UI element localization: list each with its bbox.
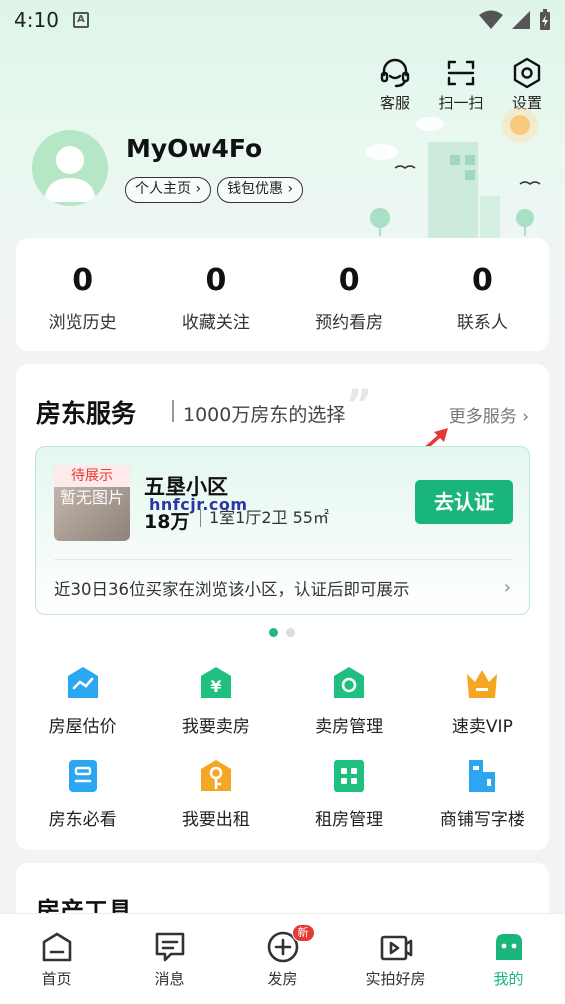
battery-icon <box>540 9 550 30</box>
stat-label: 联系人 <box>456 313 508 333</box>
service-landlord-guide[interactable]: 房东必看 <box>16 757 149 830</box>
crown-icon <box>467 670 498 698</box>
key-icon <box>200 760 231 791</box>
new-badge: 新 <box>291 924 315 942</box>
title-divider <box>172 400 174 422</box>
service-sale-management[interactable]: 卖房管理 <box>283 664 416 737</box>
rent-manage-icon <box>334 760 365 792</box>
pending-badge: 待展示 <box>54 465 130 487</box>
nav-post-house[interactable]: 发房 新 <box>226 914 339 1004</box>
service-label: 我要出租 <box>181 810 250 830</box>
svg-text:¥: ¥ <box>210 677 221 696</box>
status-icons <box>479 9 551 31</box>
listing-price: 18万 <box>144 511 190 533</box>
nav-label: 实拍好房 <box>365 970 426 988</box>
services-title: 房东服务 <box>36 399 137 428</box>
service-label: 租房管理 <box>315 810 384 830</box>
stat-browse-history[interactable]: 0 浏览历史 <box>16 238 149 351</box>
service-label: 商铺写字楼 <box>439 810 525 830</box>
nav-profile[interactable]: 我的 <box>452 914 565 1004</box>
sell-house-icon: ¥ <box>200 667 231 698</box>
nav-label: 消息 <box>154 970 185 988</box>
stat-value: 0 <box>205 263 227 298</box>
stat-label: 预约看房 <box>315 313 384 333</box>
headset-icon <box>380 58 410 88</box>
status-bar: 4:10 A <box>0 0 565 40</box>
status-time: 4:10 <box>14 8 59 32</box>
pending-listing-card[interactable]: 待展示 暂无图片 五垦小区 hnfcjr.com 18万 1室1厅2卫 55㎡ … <box>35 446 530 615</box>
chevron-right-icon[interactable]: › <box>504 577 511 598</box>
certify-button[interactable]: 去认证 <box>415 480 513 524</box>
nav-home[interactable]: 首页 <box>0 914 113 1004</box>
personal-homepage-link[interactable]: 个人主页 › <box>125 177 212 203</box>
service-quick-sale-vip[interactable]: 速卖VIP <box>416 664 549 737</box>
landlord-services-card: 房东服务 1000万房东的选择 ” 更多服务 › 待展示 暂无图片 五垦小区 h… <box>16 364 549 850</box>
carousel-dot-active[interactable] <box>269 628 278 637</box>
nav-label: 首页 <box>41 970 72 988</box>
stat-favorites[interactable]: 0 收藏关注 <box>149 238 282 351</box>
listing-spec: 1室1厅2卫 55㎡ <box>200 509 329 527</box>
video-icon <box>380 935 412 961</box>
wallet-offers-link[interactable]: 钱包优惠 › <box>217 177 304 203</box>
listing-divider <box>54 559 513 560</box>
office-building-icon <box>469 760 496 792</box>
service-sell-house[interactable]: ¥ 我要卖房 <box>149 664 282 737</box>
stat-contacts[interactable]: 0 联系人 <box>416 238 549 351</box>
home-icon <box>42 932 71 962</box>
bottom-nav: 首页 消息 发房 新 实拍好房 我的 <box>0 913 565 1004</box>
settings-icon <box>513 57 541 89</box>
avatar[interactable] <box>32 130 108 206</box>
nav-real-shot-houses[interactable]: 实拍好房 <box>339 914 452 1004</box>
sale-manage-icon <box>334 667 365 698</box>
stats-card: 0 浏览历史 0 收藏关注 0 预约看房 0 联系人 <box>16 238 549 351</box>
valuation-icon <box>67 667 98 698</box>
stat-value: 0 <box>338 263 360 298</box>
service-label: 卖房管理 <box>315 717 384 737</box>
a-icon: A <box>72 12 89 28</box>
username: MyOw4Fo <box>126 134 263 163</box>
stat-value: 0 <box>471 263 493 298</box>
more-services-link[interactable]: 更多服务 › <box>449 402 529 427</box>
nav-messages[interactable]: 消息 <box>113 914 226 1004</box>
service-label: 速卖VIP <box>451 717 513 737</box>
message-icon <box>155 932 184 962</box>
service-rental-management[interactable]: 租房管理 <box>283 757 416 830</box>
landlord-guide-icon <box>68 760 97 792</box>
service-label: 房屋估价 <box>48 717 117 737</box>
services-grid: 房屋估价 ¥ 我要卖房 卖房管理 速卖VIP 房东必看 我要出租 租房管理 商铺… <box>16 664 549 830</box>
city-decoration-illustration <box>366 107 541 240</box>
scan-icon <box>447 60 475 86</box>
carousel-dot[interactable] <box>286 628 295 637</box>
service-rent-out[interactable]: 我要出租 <box>149 757 282 830</box>
service-house-valuation[interactable]: 房屋估价 <box>16 664 149 737</box>
signal-icon <box>512 11 530 29</box>
service-shops-offices[interactable]: 商铺写字楼 <box>416 757 549 830</box>
stat-value: 0 <box>72 263 94 298</box>
service-label: 我要卖房 <box>181 717 250 737</box>
default-avatar-icon <box>44 146 96 202</box>
wifi-icon <box>479 10 503 29</box>
services-subtitle: 1000万房东的选择 <box>183 404 346 426</box>
stat-label: 浏览历史 <box>48 313 117 333</box>
carousel-dots <box>269 628 295 637</box>
stat-viewing-appointments[interactable]: 0 预约看房 <box>283 238 416 351</box>
stat-label: 收藏关注 <box>181 313 250 333</box>
nav-label: 我的 <box>493 970 524 988</box>
profile-icon <box>495 934 522 960</box>
listing-thumbnail: 待展示 暂无图片 <box>54 465 130 541</box>
user-links: 个人主页 › 钱包优惠 › <box>125 177 304 203</box>
listing-note: 近30日36位买家在浏览该小区，认证后即可展示 <box>54 580 410 599</box>
no-image-placeholder: 暂无图片 <box>59 488 124 507</box>
service-label: 房东必看 <box>48 810 117 830</box>
quote-mark-decoration: ” <box>346 382 373 428</box>
nav-label: 发房 <box>267 970 298 988</box>
